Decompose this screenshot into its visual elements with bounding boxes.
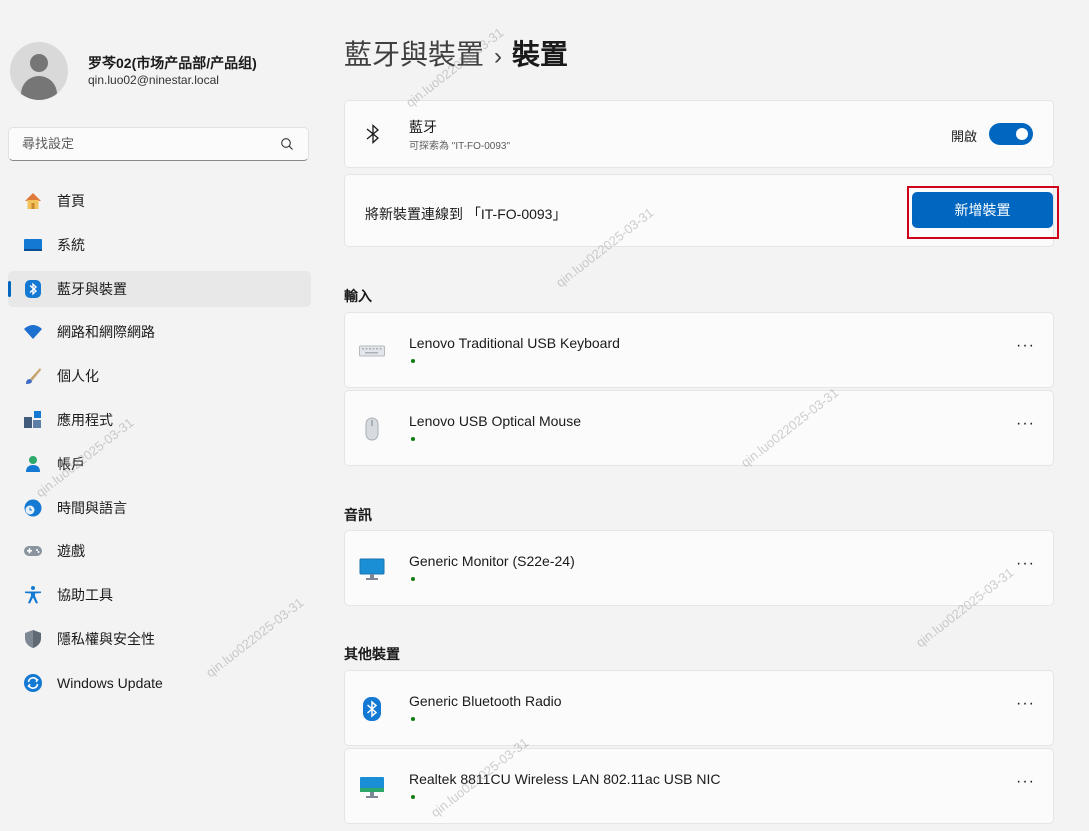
bluetooth-icon	[23, 279, 43, 299]
device-card-monitor[interactable]: Generic Monitor (S22e-24) ···	[344, 530, 1054, 606]
sidebar-item-label: Windows Update	[57, 674, 163, 691]
sidebar-item-accounts[interactable]: 帳戶	[8, 446, 311, 482]
device-name: Lenovo Traditional USB Keyboard	[409, 335, 620, 351]
sidebar-item-personalization[interactable]: 個人化	[8, 358, 311, 394]
sidebar-item-time-language[interactable]: 時間與語言	[8, 490, 311, 526]
account-icon	[23, 454, 43, 474]
update-icon	[23, 673, 43, 693]
sidebar-item-system[interactable]: 系統	[8, 227, 311, 263]
device-name: Realtek 8811CU Wireless LAN 802.11ac USB…	[409, 771, 721, 787]
gamepad-icon	[23, 541, 43, 561]
device-card-bluetooth-radio[interactable]: Generic Bluetooth Radio ···	[344, 670, 1054, 746]
sidebar-item-label: 藍牙與裝置	[57, 280, 127, 297]
search-input[interactable]	[22, 136, 262, 151]
search-box[interactable]	[8, 127, 309, 161]
sidebar-item-label: 網路和網際網路	[57, 324, 155, 341]
more-options-icon[interactable]: ···	[1016, 695, 1035, 713]
system-icon	[23, 235, 43, 255]
sidebar-item-label: 個人化	[57, 368, 99, 385]
device-name: Lenovo USB Optical Mouse	[409, 413, 581, 429]
sidebar-item-home[interactable]: 首頁	[8, 183, 311, 219]
active-indicator	[8, 280, 11, 297]
breadcrumb-separator-icon: ›	[494, 43, 503, 70]
section-other-title: 其他裝置	[344, 646, 400, 662]
bluetooth-toggle-label: 開啟	[950, 129, 977, 144]
section-audio-title: 音訊	[344, 507, 372, 523]
bluetooth-toggle[interactable]	[989, 123, 1033, 145]
sidebar-item-label: 帳戶	[57, 455, 85, 472]
shield-icon	[23, 629, 43, 649]
sidebar-item-label: 遊戲	[57, 543, 85, 560]
bluetooth-icon	[359, 695, 385, 723]
sidebar-item-apps[interactable]: 應用程式	[8, 402, 311, 438]
home-icon	[23, 191, 43, 211]
breadcrumb-parent[interactable]: 藍牙與裝置	[344, 39, 484, 70]
sidebar-item-gaming[interactable]: 遊戲	[8, 533, 311, 569]
avatar	[10, 42, 68, 100]
device-card-mouse[interactable]: Lenovo USB Optical Mouse ···	[344, 390, 1054, 466]
sidebar-item-label: 應用程式	[57, 411, 113, 428]
sidebar-item-label: 首頁	[57, 193, 85, 209]
sidebar-item-windows-update[interactable]: Windows Update	[8, 665, 311, 701]
device-status-dot	[411, 795, 415, 799]
device-card-wireless-nic[interactable]: Realtek 8811CU Wireless LAN 802.11ac USB…	[344, 748, 1054, 824]
device-card-keyboard[interactable]: Lenovo Traditional USB Keyboard ···	[344, 312, 1054, 388]
add-device-card: 將新裝置連線到 「IT-FO-0093」 新增裝置	[344, 174, 1059, 247]
accessibility-icon	[23, 585, 43, 605]
toggle-knob	[1016, 128, 1028, 140]
wifi-icon	[23, 322, 43, 342]
bluetooth-discoverable-text: 可探索為 "IT-FO-0093"	[409, 141, 511, 152]
device-status-dot	[411, 437, 415, 441]
clock-globe-icon	[23, 498, 43, 518]
sidebar-item-network[interactable]: 網路和網際網路	[8, 314, 311, 350]
add-device-button[interactable]: 新增裝置	[912, 192, 1053, 228]
bluetooth-title: 藍牙	[409, 119, 437, 135]
bluetooth-card: 藍牙 可探索為 "IT-FO-0093" 開啟	[344, 100, 1054, 168]
monitor-icon	[359, 555, 385, 583]
more-options-icon[interactable]: ···	[1016, 415, 1035, 433]
search-icon[interactable]	[280, 137, 294, 151]
sidebar-item-bluetooth-devices[interactable]: 藍牙與裝置	[8, 270, 311, 307]
page-title: 藍牙與裝置 › 裝置	[344, 33, 568, 73]
sidebar-item-label: 隱私權與安全性	[57, 630, 155, 647]
avatar-head	[30, 54, 48, 72]
bluetooth-icon	[366, 124, 379, 144]
sidebar-item-privacy[interactable]: 隱私權與安全性	[8, 621, 311, 657]
sidebar: 罗芩02(市场产品部/产品组) qin.luo02@ninestar.local…	[0, 0, 330, 831]
profile-email: qin.luo02@ninestar.local	[88, 73, 219, 87]
sidebar-nav: 首頁 系統 藍牙與裝置 網路和網際網路 個人化 應用程式 帳戶 時間與語言 遊戲…	[8, 183, 311, 709]
device-status-dot	[411, 359, 415, 363]
mouse-icon	[359, 415, 385, 443]
more-options-icon[interactable]: ···	[1016, 555, 1035, 573]
sidebar-item-accessibility[interactable]: 協助工具	[8, 577, 311, 613]
device-name: Generic Monitor (S22e-24)	[409, 553, 575, 569]
brush-icon	[23, 366, 43, 386]
network-adapter-icon	[359, 773, 385, 801]
device-status-dot	[411, 717, 415, 721]
more-options-icon[interactable]: ···	[1016, 773, 1035, 791]
sidebar-item-label: 協助工具	[57, 587, 113, 604]
user-profile[interactable]: 罗芩02(市场产品部/产品组) qin.luo02@ninestar.local	[10, 42, 257, 100]
avatar-shoulders	[21, 76, 57, 100]
profile-text: 罗芩02(市场产品部/产品组) qin.luo02@ninestar.local	[88, 54, 257, 88]
device-status-dot	[411, 577, 415, 581]
apps-icon	[23, 410, 43, 430]
breadcrumb-current: 裝置	[512, 39, 569, 70]
keyboard-icon	[359, 337, 385, 365]
device-name: Generic Bluetooth Radio	[409, 693, 562, 709]
profile-name: 罗芩02(市场产品部/产品组)	[88, 55, 257, 71]
more-options-icon[interactable]: ···	[1016, 337, 1035, 355]
add-device-text: 將新裝置連線到 「IT-FO-0093」	[365, 206, 567, 222]
section-input-title: 輸入	[344, 288, 372, 304]
sidebar-item-label: 系統	[57, 236, 85, 253]
sidebar-item-label: 時間與語言	[57, 499, 127, 516]
